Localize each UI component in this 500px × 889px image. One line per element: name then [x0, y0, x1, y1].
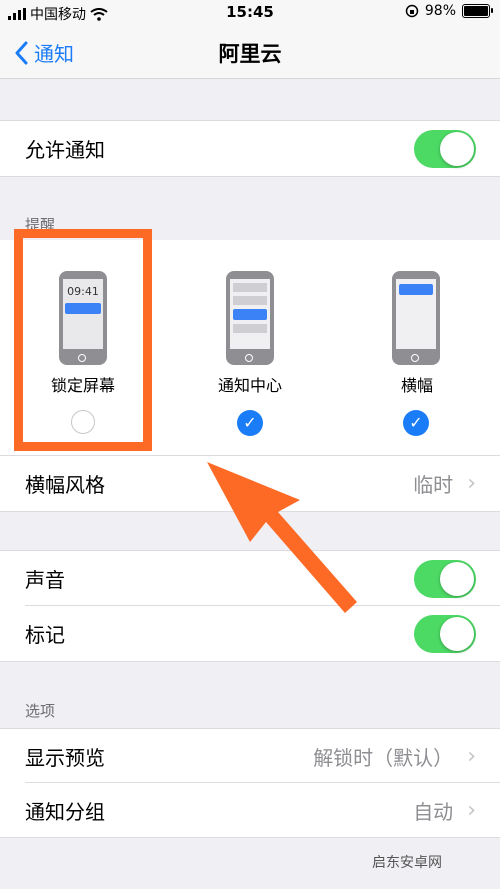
show-previews-row[interactable]: 显示预览 解锁时（默认） ›	[0, 728, 500, 783]
badges-toggle[interactable]	[414, 614, 476, 653]
battery-icon	[462, 4, 493, 18]
notification-center-phone-icon	[226, 271, 274, 365]
sounds-label: 声音	[25, 568, 65, 592]
chevron-right-icon: ›	[467, 471, 476, 496]
allow-notifications-label: 允许通知	[25, 138, 105, 162]
orientation-lock-icon	[405, 4, 419, 18]
notification-center-check-icon[interactable]: ✓	[237, 410, 263, 436]
notification-grouping-label: 通知分组	[25, 799, 105, 824]
allow-notifications-row: 允许通知	[0, 120, 500, 177]
sounds-toggle[interactable]	[414, 559, 476, 598]
banner-style-label: 横幅风格	[25, 473, 105, 497]
page-title: 阿里云	[218, 42, 282, 66]
badges-label: 标记	[25, 623, 65, 647]
badges-row: 标记	[0, 606, 500, 662]
show-previews-label: 显示预览	[25, 745, 105, 770]
notification-grouping-row[interactable]: 通知分组 自动 ›	[0, 783, 500, 838]
highlight-box	[14, 229, 152, 451]
battery-percent: 98%	[424, 3, 456, 19]
notification-grouping-value: 自动	[413, 799, 454, 824]
status-bar: 中国移动 15:45 98%	[0, 0, 500, 26]
chevron-right-icon: ›	[467, 797, 476, 823]
banners-phone-icon	[392, 271, 440, 365]
status-right: 98%	[405, 3, 493, 19]
banners-label: 横幅	[400, 376, 433, 395]
options-header: 选项	[25, 702, 56, 720]
banner-style-value: 临时	[413, 473, 454, 497]
chevron-right-icon: ›	[467, 743, 476, 769]
watermark-logo: 启东安卓网	[372, 855, 442, 871]
banners-check-icon[interactable]: ✓	[403, 410, 429, 436]
show-previews-value: 解锁时（默认）	[313, 745, 454, 770]
banner-style-row[interactable]: 横幅风格 临时 ›	[0, 455, 500, 512]
navigation-bar: 通知 阿里云	[0, 26, 500, 79]
notification-center-label: 通知中心	[217, 376, 282, 395]
sounds-row: 声音	[0, 550, 500, 606]
allow-notifications-toggle[interactable]	[414, 129, 476, 168]
